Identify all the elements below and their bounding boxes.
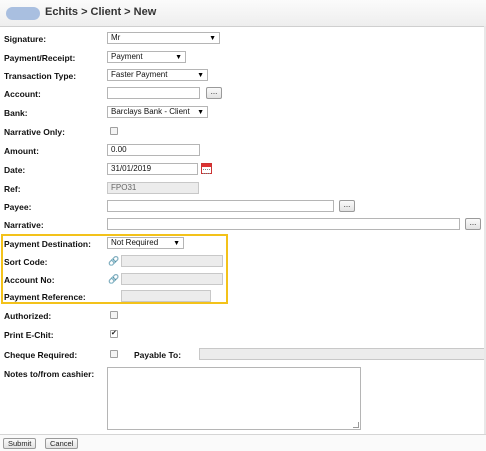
chevron-down-icon: ▼ — [175, 54, 182, 61]
app-logo — [6, 7, 40, 20]
cheque-required-label: Cheque Required: — [4, 350, 78, 360]
sort-code-field — [121, 255, 223, 267]
bank-select[interactable]: Barclays Bank - Client ▼ — [107, 106, 208, 118]
signature-label: Signature: — [4, 34, 47, 44]
transaction-type-label: Transaction Type: — [4, 71, 77, 81]
date-label: Date: — [4, 165, 26, 175]
notes-textarea[interactable] — [107, 367, 361, 430]
ref-label: Ref: — [4, 184, 21, 194]
breadcrumb-title: Echits > Client > New — [45, 6, 157, 18]
payment-reference-label: Payment Reference: — [4, 292, 86, 302]
signature-select[interactable]: Mr ▼ — [107, 32, 220, 44]
transaction-type-value: Faster Payment — [111, 70, 168, 79]
account-input[interactable] — [107, 87, 200, 99]
narrative-only-label: Narrative Only: — [4, 127, 65, 137]
ref-field: FPO31 — [107, 182, 199, 194]
narrative-label: Narrative: — [4, 220, 44, 230]
signature-value: Mr — [111, 33, 121, 42]
amount-label: Amount: — [4, 146, 39, 156]
account-no-field — [121, 273, 223, 285]
payee-input[interactable] — [107, 200, 334, 212]
payee-lookup-button[interactable]: ... — [339, 200, 355, 212]
authorized-checkbox[interactable] — [110, 311, 118, 319]
narrative-lookup-button[interactable]: ... — [465, 218, 481, 230]
narrative-only-checkbox[interactable] — [110, 127, 118, 135]
payee-label: Payee: — [4, 202, 32, 212]
account-no-label: Account No: — [4, 275, 55, 285]
payment-destination-label: Payment Destination: — [4, 239, 91, 249]
print-echit-label: Print E-Chit: — [4, 330, 54, 340]
payable-to-field — [199, 348, 486, 360]
chevron-down-icon: ▼ — [197, 109, 204, 116]
payment-destination-value: Not Required — [111, 238, 159, 247]
chevron-down-icon: ▼ — [209, 35, 216, 42]
link-icon[interactable]: 🔗 — [108, 256, 119, 266]
amount-input[interactable]: 0.00 — [107, 144, 200, 156]
form-footer: Submit Cancel — [0, 434, 486, 451]
bank-label: Bank: — [4, 108, 28, 118]
payment-receipt-label: Payment/Receipt: — [4, 53, 76, 63]
submit-button[interactable]: Submit — [3, 438, 37, 449]
authorized-label: Authorized: — [4, 311, 52, 321]
account-lookup-button[interactable]: ... — [206, 87, 222, 99]
bank-value: Barclays Bank - Client — [111, 107, 190, 116]
account-label: Account: — [4, 89, 41, 99]
payment-destination-select[interactable]: Not Required ▼ — [107, 237, 184, 249]
chevron-down-icon: ▼ — [197, 72, 204, 79]
print-echit-checkbox[interactable] — [110, 329, 118, 338]
link-icon[interactable]: 🔗 — [108, 274, 119, 284]
calendar-icon[interactable] — [201, 163, 212, 174]
notes-label: Notes to/from cashier: — [4, 369, 95, 379]
payment-reference-field — [121, 290, 211, 302]
transaction-type-select[interactable]: Faster Payment ▼ — [107, 69, 208, 81]
payment-receipt-select[interactable]: Payment ▼ — [107, 51, 186, 63]
title-bar: Echits > Client > New — [0, 0, 486, 27]
cheque-required-checkbox[interactable] — [110, 350, 118, 358]
narrative-input[interactable] — [107, 218, 460, 230]
chevron-down-icon: ▼ — [173, 240, 180, 247]
sort-code-label: Sort Code: — [4, 257, 48, 267]
payment-receipt-value: Payment — [111, 52, 143, 61]
cancel-button[interactable]: Cancel — [45, 438, 79, 449]
payable-to-label: Payable To: — [134, 350, 182, 360]
date-input[interactable]: 31/01/2019 — [107, 163, 198, 175]
